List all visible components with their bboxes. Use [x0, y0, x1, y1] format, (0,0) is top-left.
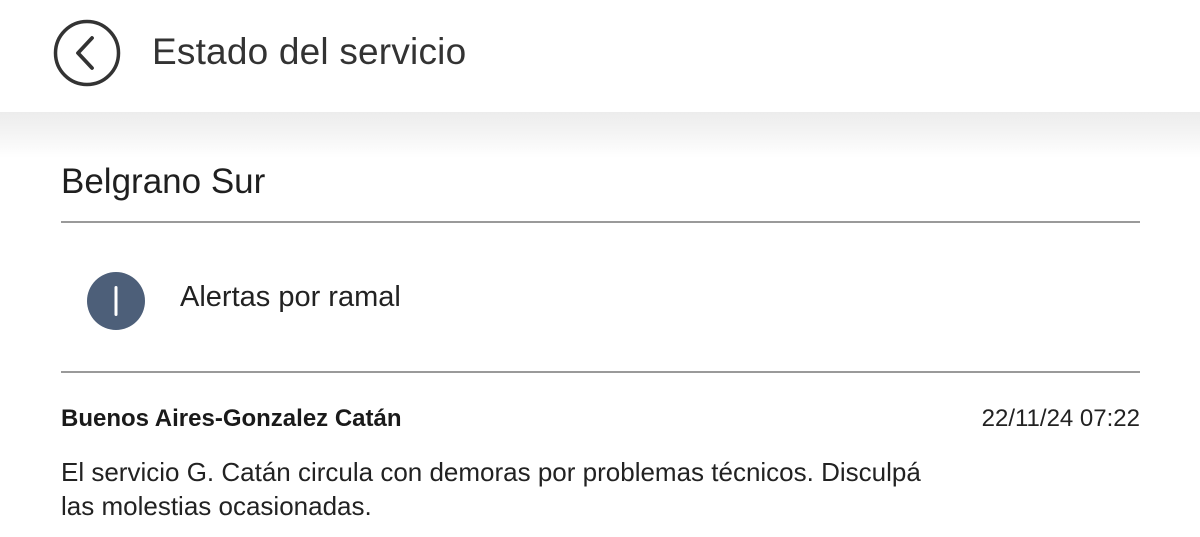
page-title: Estado del servicio — [152, 31, 467, 72]
alert-route-name: Buenos Aires-Gonzalez Catán — [61, 405, 402, 432]
chevron-left-circle-icon — [53, 19, 121, 87]
line-name: Belgrano Sur — [61, 162, 266, 201]
info-icon — [86, 271, 146, 331]
app-bar-shadow — [0, 112, 1200, 158]
app-bar: Estado del servicio — [0, 0, 1200, 112]
divider — [61, 221, 1140, 223]
divider — [61, 371, 1140, 373]
back-button[interactable] — [53, 19, 121, 87]
alert-message-line: El servicio G. Catán circula con demoras… — [61, 457, 921, 487]
alerts-by-branch-row[interactable]: Alertas por ramal — [61, 230, 1140, 365]
alert-timestamp: 22/11/24 07:22 — [981, 405, 1140, 432]
alert-message-line: las molestias ocasionadas. — [61, 491, 372, 521]
alert-message: El servicio G. Catán circula con demoras… — [61, 455, 1061, 523]
app-screen: Estado del servicio Belgrano Sur Alertas… — [0, 0, 1200, 537]
alerts-by-branch-label: Alertas por ramal — [180, 281, 401, 313]
